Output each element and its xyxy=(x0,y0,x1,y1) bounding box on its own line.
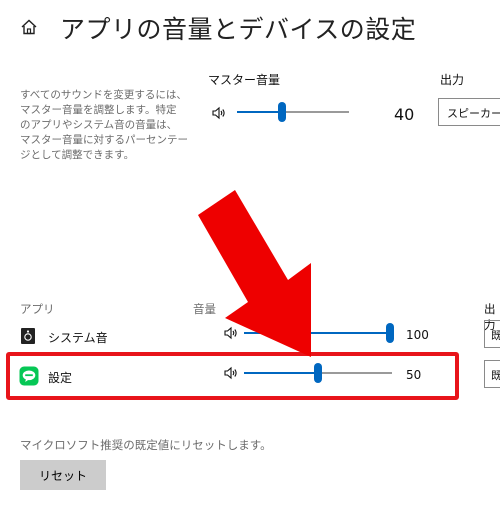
description-line: マスター音量に対するパーセンテー xyxy=(20,134,188,146)
master-description: すべてのサウンドを変更するには、 マスター音量を調整します。特定 のアプリやシス… xyxy=(20,88,200,163)
system-sounds-output-select[interactable]: 既 xyxy=(484,320,500,348)
reset-button[interactable]: リセット xyxy=(20,460,106,490)
master-volume-value: 40 xyxy=(394,105,415,124)
slider-thumb[interactable] xyxy=(278,102,286,122)
app-name-system-sounds: システム音 xyxy=(48,331,108,345)
reset-description: マイクロソフト推奨の既定値にリセットします。 xyxy=(20,438,272,452)
description-line: すべてのサウンドを変更するには、 xyxy=(20,89,187,101)
speaker-icon[interactable] xyxy=(224,326,238,340)
highlight-frame xyxy=(6,352,459,400)
description-line: ジとして調整できます。 xyxy=(20,149,135,161)
slider-fill xyxy=(244,332,390,334)
slider-fill xyxy=(237,111,282,113)
output-label: 出力 xyxy=(440,73,465,87)
system-sounds-volume-value: 100 xyxy=(406,328,429,342)
master-volume-slider[interactable] xyxy=(237,102,349,122)
description-line: マスター音量を調整します。特定 xyxy=(20,104,177,116)
home-icon[interactable] xyxy=(20,18,38,36)
page-title: アプリの音量とデバイスの設定 xyxy=(60,15,417,44)
system-sounds-icon xyxy=(21,328,35,344)
app-column-label: アプリ xyxy=(20,302,55,316)
system-sounds-volume-slider[interactable] xyxy=(244,323,394,343)
volume-column-label: 音量 xyxy=(193,302,216,316)
description-line: のアプリやシステム音の音量は、 xyxy=(20,119,178,131)
slider-thumb[interactable] xyxy=(386,323,394,343)
output-device-select[interactable]: スピーカー xyxy=(438,98,500,126)
master-volume-label: マスター音量 xyxy=(208,73,281,87)
speaker-icon[interactable] xyxy=(212,106,226,120)
settings-output-select[interactable]: 既 xyxy=(484,360,500,388)
